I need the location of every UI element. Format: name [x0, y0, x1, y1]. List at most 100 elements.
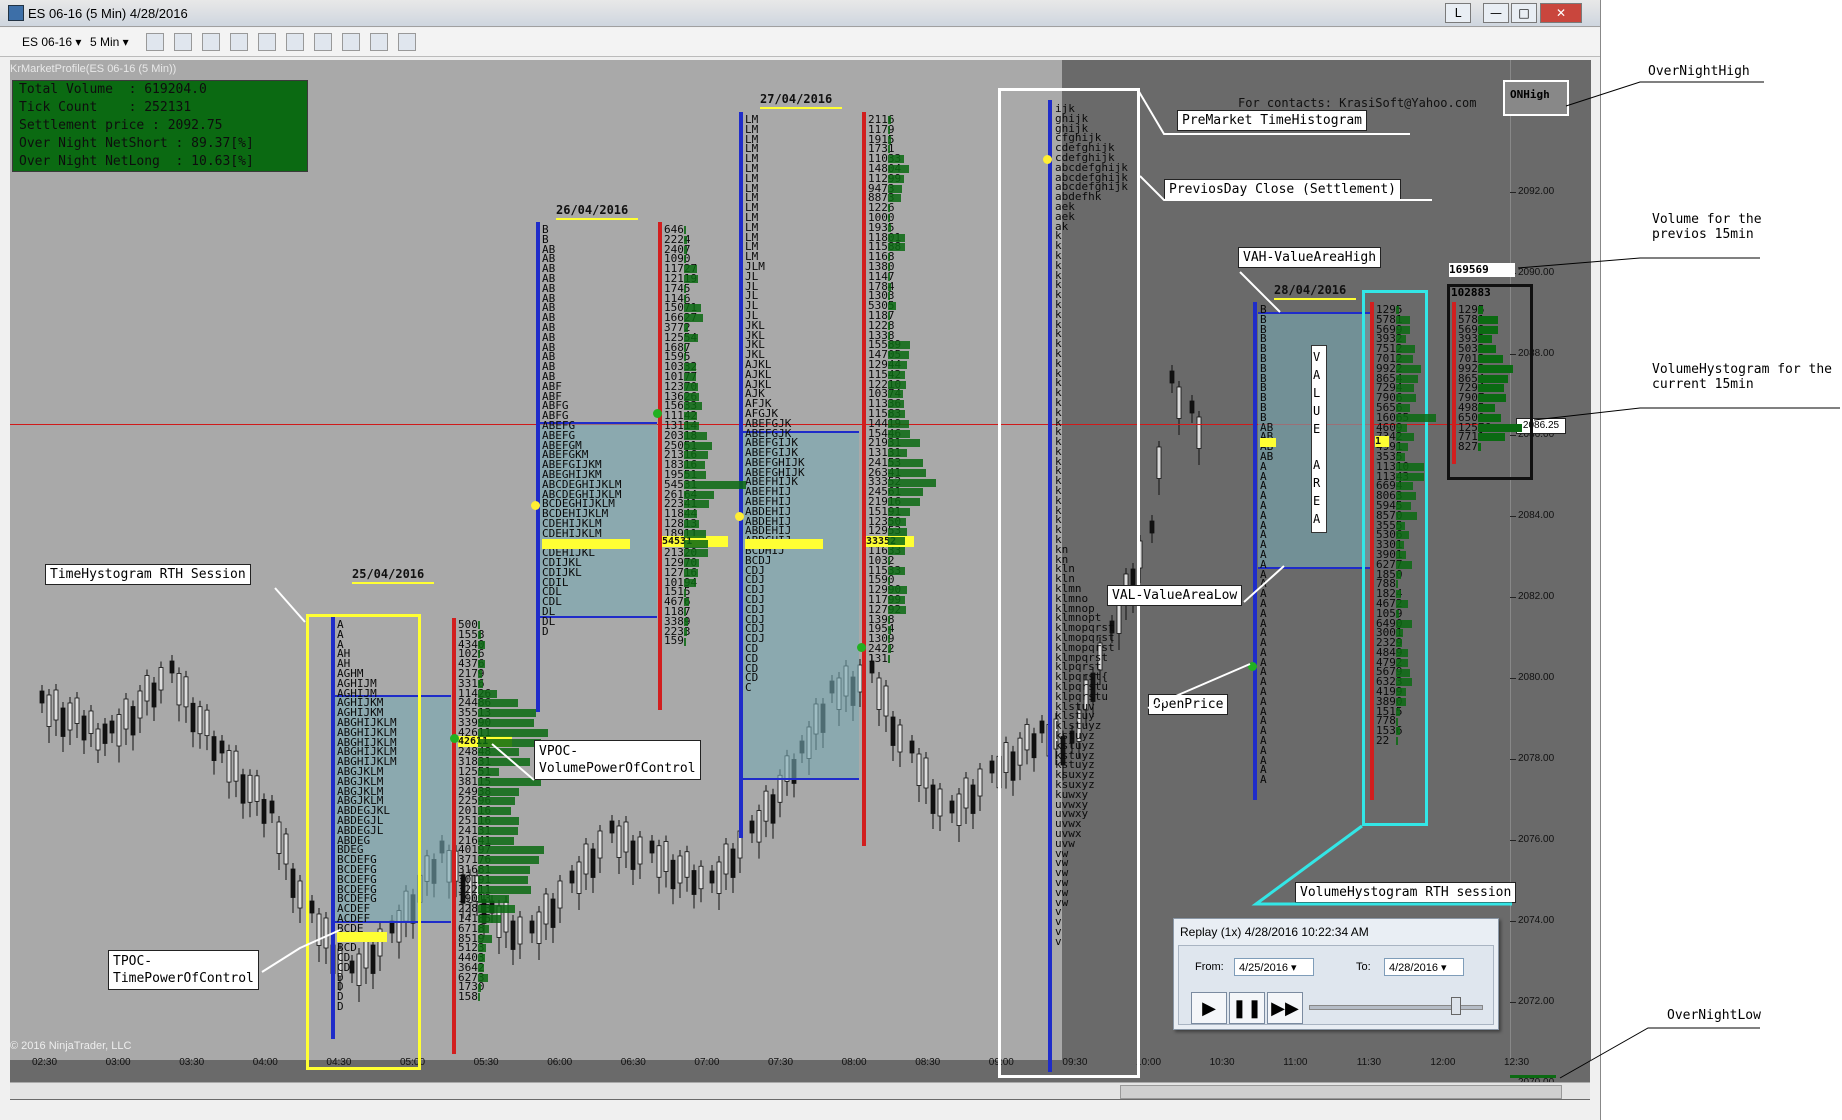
volume-histogram-bar [684, 559, 699, 568]
bar-style-icon[interactable] [146, 33, 164, 51]
replay-dialog[interactable]: Replay (1x) 4/28/2016 10:22:34 AM From: … [1173, 918, 1499, 1030]
volume-histogram-bar [478, 728, 548, 737]
interval-selector[interactable]: 5 Min ▾ [90, 33, 129, 51]
volume-histogram-bar [684, 539, 708, 548]
volume-histogram-bar [888, 145, 890, 154]
volume-histogram-bar [684, 569, 698, 577]
volume-histogram-bar [888, 547, 905, 556]
volume-histogram-bar [1396, 502, 1411, 510]
volume-histogram-bar [1396, 521, 1405, 530]
volume-histogram-bar [1396, 619, 1412, 628]
total-volume-text: Total Volume : 619204.0 [19, 82, 207, 97]
volume-histogram-bar [684, 265, 697, 274]
candle-body [39, 690, 45, 704]
volume-histogram-bar [1396, 707, 1400, 716]
candle-body [949, 800, 955, 814]
candle-body [183, 676, 189, 708]
candle-body [510, 920, 516, 950]
price-gridline [1510, 759, 1516, 760]
settle-dot-26 [531, 501, 540, 510]
candle-body [529, 920, 535, 934]
volume-histogram-bar [888, 331, 890, 340]
price-gridline [1510, 678, 1516, 679]
time-axis-label: 12:00 [1430, 1057, 1456, 1068]
volume-histogram-bar [684, 304, 701, 313]
crosshair-icon[interactable] [258, 33, 276, 51]
price-axis[interactable] [1510, 60, 1591, 1060]
volume-histogram-bar [684, 608, 686, 617]
time-axis-label: 12:30 [1504, 1057, 1530, 1068]
volume-histogram-bar [1396, 413, 1436, 422]
properties-icon[interactable] [398, 33, 416, 51]
volume-prev-note: Volume for the previos 15min [1652, 212, 1762, 242]
volume-histogram-bar [888, 135, 891, 144]
candle-body [1149, 520, 1155, 534]
overnight-high-note: OverNightHigh [1648, 64, 1750, 79]
volume-histogram-bar [684, 461, 705, 470]
volume-histogram-bar [888, 361, 907, 369]
to-date-field[interactable]: 4/28/2016 ▾ [1384, 958, 1464, 976]
price-gridline [1510, 1002, 1516, 1003]
price-gridline [1510, 516, 1516, 517]
volume-histogram-bar [478, 787, 519, 796]
candle-body [297, 880, 303, 909]
copyright-text: © 2016 NinjaTrader, LLC [10, 1040, 132, 1052]
volume-histogram-bar [478, 895, 509, 904]
date-label-25: 25/04/2016 [352, 567, 425, 581]
volume-histogram-bar [888, 390, 903, 399]
date-label-28: 28/04/2016 [1274, 283, 1347, 297]
price-axis-label: 2074.00 [1518, 915, 1555, 926]
strategies-icon[interactable] [342, 33, 360, 51]
screenshot-icon[interactable] [370, 33, 388, 51]
candle-body [937, 788, 943, 817]
candle-body [1196, 416, 1202, 449]
volume-histogram-bar [684, 402, 702, 411]
candle-body [756, 810, 762, 843]
volume-histogram-bar [888, 174, 904, 183]
volume-histogram-bar [684, 412, 697, 421]
play-button[interactable]: ▶ [1191, 992, 1227, 1024]
fast-forward-button[interactable]: ▶▶ [1267, 992, 1303, 1024]
candle-body [890, 716, 896, 746]
candle-body [102, 723, 108, 744]
price-axis-label: 2080.00 [1518, 672, 1555, 683]
volume-histogram-bar [888, 312, 890, 320]
candle-body [977, 768, 983, 797]
candle-body [963, 777, 969, 809]
volume-histogram-bar [478, 856, 539, 865]
indicators-icon[interactable] [314, 33, 332, 51]
draw-tool-icon[interactable] [202, 33, 220, 51]
candle-body [254, 775, 260, 802]
time-axis-label: 03:30 [179, 1057, 205, 1068]
maximize-button[interactable]: □ [1511, 3, 1537, 23]
candle-body [226, 750, 232, 783]
scrollbar-thumb[interactable] [1120, 1085, 1562, 1099]
close-button[interactable]: ✕ [1540, 3, 1582, 23]
pencil-icon[interactable] [174, 33, 192, 51]
zoom-icon[interactable] [286, 33, 304, 51]
candle-body [158, 667, 164, 691]
speed-slider-thumb[interactable] [1451, 997, 1461, 1015]
link-button[interactable]: L [1445, 3, 1471, 23]
eraser-icon[interactable] [230, 33, 248, 51]
volume-histogram-bar [478, 944, 486, 953]
candle-body [240, 774, 246, 804]
volume-histogram-bar [684, 226, 686, 234]
candle-body [74, 697, 80, 724]
horizontal-scrollbar[interactable] [10, 1082, 1590, 1099]
time-axis-label: 06:00 [547, 1057, 573, 1068]
volume-histogram-bar [1396, 462, 1424, 471]
from-date-field[interactable]: 4/25/2016 ▾ [1234, 958, 1314, 976]
minimize-button[interactable]: — [1483, 3, 1509, 23]
pause-icon[interactable]: ❚❚ [1229, 992, 1265, 1024]
tick-count-text: Tick Count : 252131 [19, 100, 192, 115]
ninjatrader-window: ES 06-16 (5 Min) 4/28/2016 L — □ ✕ ES 06… [0, 0, 1601, 1120]
premarket-letters: ijk ghijk ghijk cfghijk cdefghijk cdefgh… [1055, 102, 1128, 948]
instrument-selector[interactable]: ES 06-16 ▾ [22, 33, 81, 51]
open-dot-26 [653, 409, 662, 418]
candle-body [130, 706, 136, 736]
candle-body [176, 673, 182, 706]
time-axis-label: 07:00 [694, 1057, 720, 1068]
candle-body [550, 898, 556, 928]
volume-histogram-bar [888, 400, 904, 409]
